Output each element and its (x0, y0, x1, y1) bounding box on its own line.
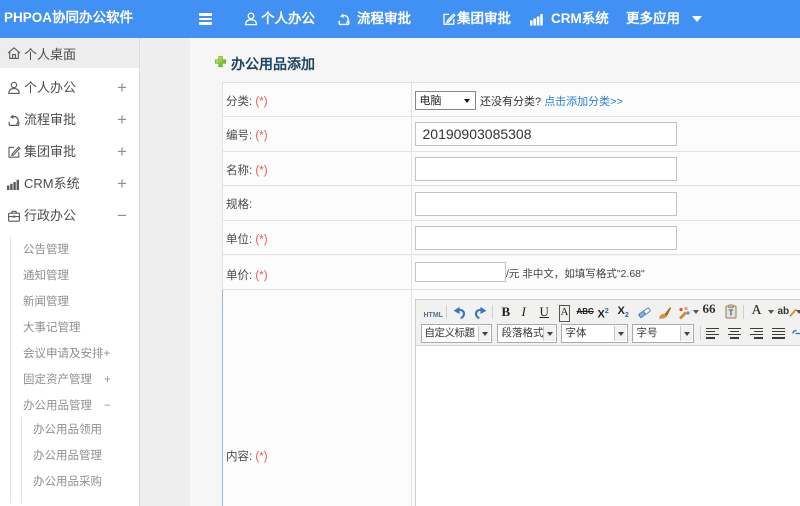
svg-text:T: T (728, 308, 733, 317)
